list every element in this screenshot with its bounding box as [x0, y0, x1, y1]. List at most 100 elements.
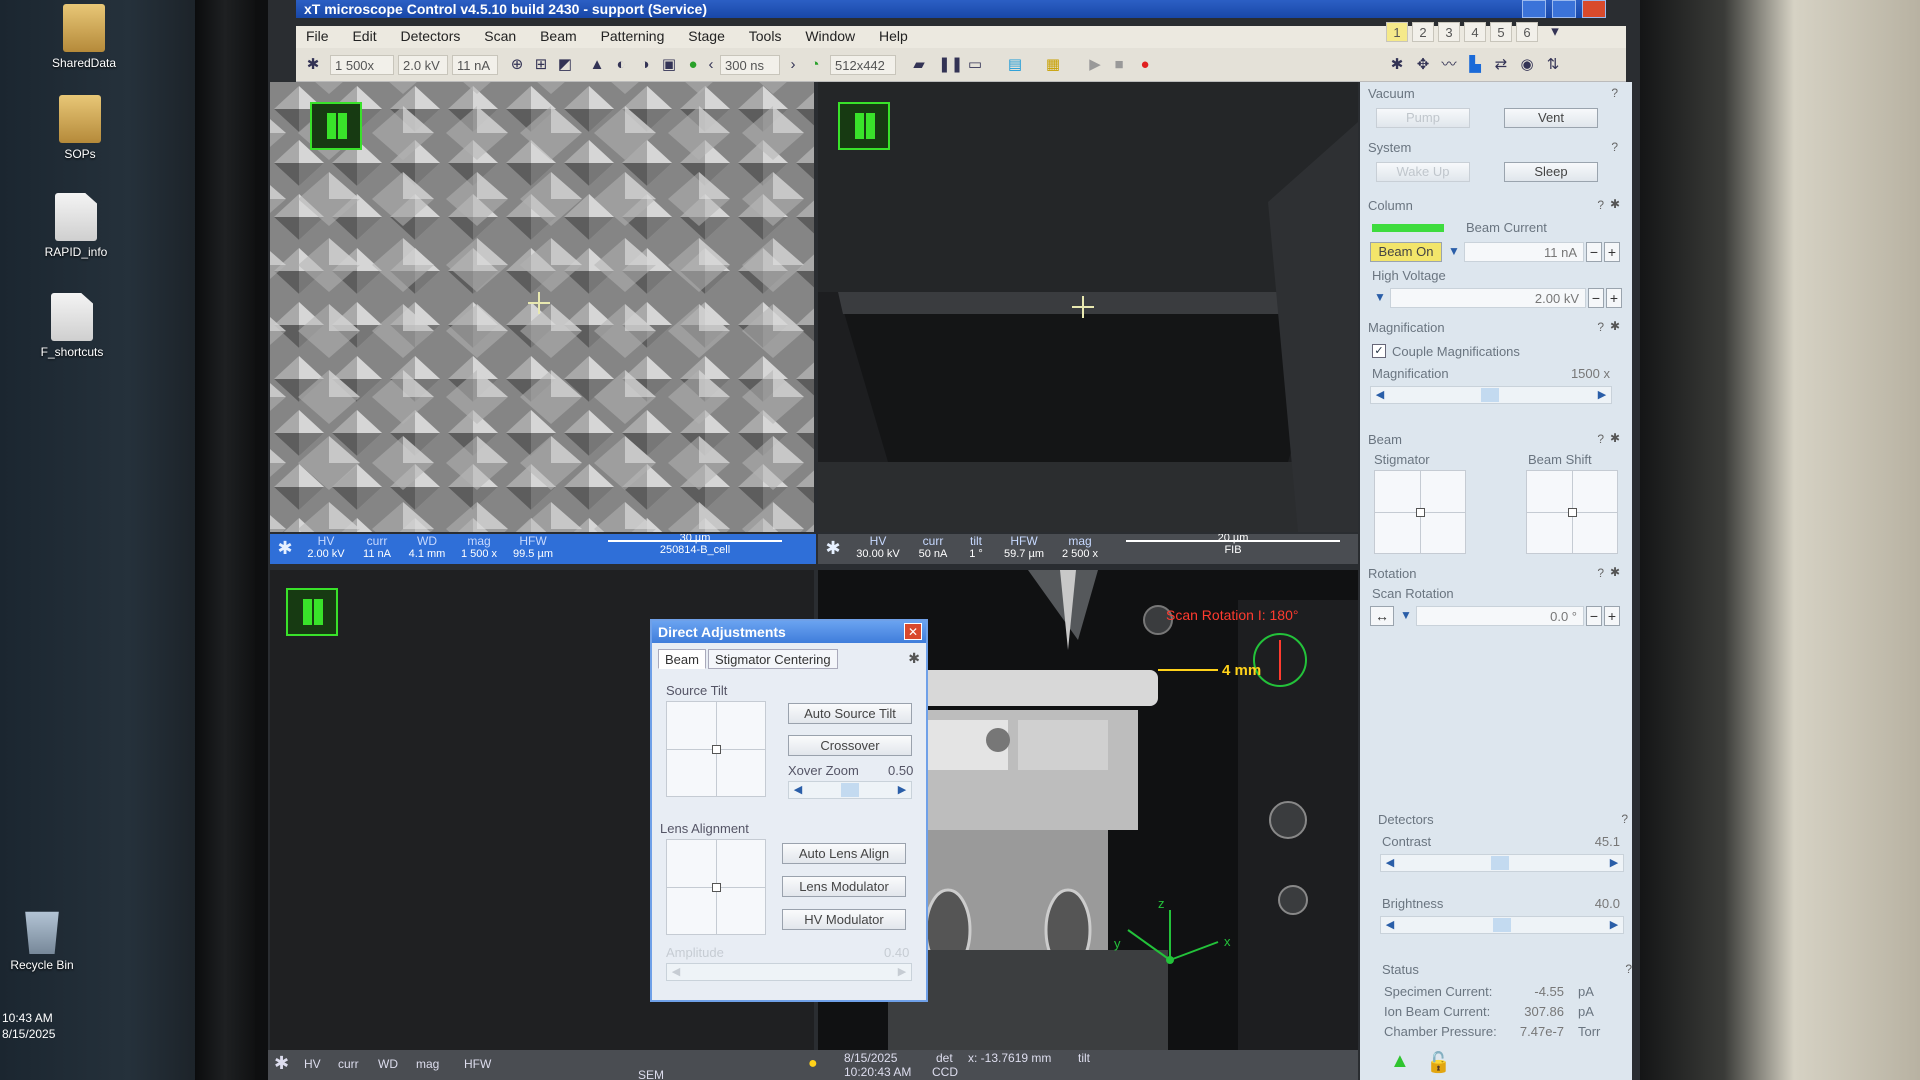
toolbar-current-field[interactable]: 11 nA [452, 55, 498, 75]
lens-alignment-pad[interactable] [666, 839, 766, 935]
fib-pause-button[interactable] [838, 102, 890, 150]
pump-button[interactable]: Pump [1376, 108, 1470, 128]
filter-icon[interactable]: ▤ [1004, 55, 1026, 75]
help-icon[interactable]: ? [1621, 812, 1628, 826]
layout-tab-6[interactable]: 6 [1516, 22, 1538, 42]
eye-icon[interactable]: ◉ [1516, 55, 1538, 75]
lock-icon[interactable]: 🔓 [1426, 1050, 1451, 1075]
chevron-right-icon[interactable]: ▶ [1607, 918, 1621, 931]
camera-icon[interactable]: ▰ [908, 55, 930, 75]
beam-current-minus[interactable]: − [1586, 242, 1602, 262]
menu-stage[interactable]: Stage [678, 26, 735, 46]
record-icon[interactable]: ● [1134, 55, 1156, 75]
chevron-left-icon[interactable]: ◀ [1373, 388, 1387, 401]
chevron-right-icon[interactable]: ▶ [1607, 856, 1621, 869]
stop-icon[interactable]: ■ [1108, 55, 1130, 75]
layout-tab-3[interactable]: 3 [1438, 22, 1460, 42]
dwell-decrease-icon[interactable]: ‹ [700, 55, 722, 75]
rotation-settings-icon[interactable]: ✱ [1610, 565, 1620, 579]
stigmator-knob[interactable] [1416, 508, 1425, 517]
stage-icon[interactable]: ▙ [1464, 55, 1486, 75]
toolbar-mag-field[interactable]: 1 500x [330, 55, 394, 75]
pause-icon[interactable]: ❚❚ [938, 55, 963, 75]
magnification-settings-icon[interactable]: ✱ [1610, 319, 1620, 333]
help-icon[interactable]: ? [1597, 432, 1604, 446]
alignment-icon[interactable]: ⇄ [1490, 55, 1512, 75]
menu-tools[interactable]: Tools [739, 26, 792, 46]
dialog-settings-icon[interactable]: ✱ [908, 650, 920, 667]
high-voltage-plus[interactable]: + [1606, 288, 1622, 308]
help-icon[interactable]: ? [1611, 140, 1618, 154]
source-tilt-knob[interactable] [712, 745, 721, 754]
desktop-icon-sops[interactable]: SOPs [20, 95, 140, 161]
xover-zoom-thumb[interactable] [841, 783, 859, 797]
column-settings-icon[interactable]: ✱ [1610, 197, 1620, 211]
chevron-left-icon[interactable]: ◀ [1383, 856, 1397, 869]
crosshair-target-icon[interactable]: ⊕ [506, 55, 528, 75]
navigation-icon[interactable]: ✥ [1412, 55, 1434, 75]
vent-button[interactable]: Vent [1504, 108, 1598, 128]
fib-image-quad[interactable] [818, 82, 1358, 532]
help-icon[interactable]: ? [1611, 86, 1618, 100]
waveform-icon[interactable]: 〰 [1438, 55, 1460, 75]
chevron-left-icon[interactable]: ◀ [1383, 918, 1397, 931]
tune-icon[interactable]: ⇅ [1542, 55, 1564, 75]
chevron-right-icon[interactable]: ▶ [1595, 388, 1609, 401]
toolbar-resolution-field[interactable]: 512x442 [830, 55, 896, 75]
minimize-button[interactable] [1522, 0, 1547, 18]
dialog-titlebar[interactable]: Direct Adjustments ✕ [652, 621, 926, 643]
menu-detectors[interactable]: Detectors [390, 26, 470, 46]
magnification-thumb[interactable] [1481, 388, 1499, 402]
beam-on-button[interactable]: Beam On [1370, 242, 1442, 262]
sem-image-quad[interactable] [270, 82, 814, 532]
brightness-slider[interactable]: ◀ ▶ [1380, 916, 1624, 934]
taskbar-clock[interactable]: 10:43 AM 8/15/2025 [0, 1010, 90, 1042]
dwell-increase-icon[interactable]: › [782, 55, 804, 75]
tab-stigmator-centering[interactable]: Stigmator Centering [708, 649, 838, 669]
menu-help[interactable]: Help [869, 26, 918, 46]
chevron-right-icon[interactable]: ▶ [895, 783, 909, 796]
contrast-thumb[interactable] [1491, 856, 1509, 870]
beam-shift-pad[interactable] [1526, 470, 1618, 554]
toolbar-hv-field[interactable]: 2.0 kV [398, 55, 448, 75]
quad3-pause-button[interactable] [286, 588, 338, 636]
couple-magnifications-checkbox[interactable]: ✓ [1372, 344, 1386, 358]
layout-tab-4[interactable]: 4 [1464, 22, 1486, 42]
gamma-icon[interactable]: ◑ [634, 55, 656, 75]
brightness-thumb[interactable] [1493, 918, 1511, 932]
scan-rotation-plus[interactable]: + [1604, 606, 1620, 626]
menu-beam[interactable]: Beam [530, 26, 587, 46]
magnification-slider[interactable]: ◀ ▶ [1370, 386, 1612, 404]
layout-tab-5[interactable]: 5 [1490, 22, 1512, 42]
wake-up-button[interactable]: Wake Up [1376, 162, 1470, 182]
beam-current-dropdown-icon[interactable]: ▼ [1448, 244, 1460, 258]
window-titlebar[interactable]: xT microscope Control v4.5.10 build 2430… [296, 0, 1606, 18]
auto-source-tilt-button[interactable]: Auto Source Tilt [788, 703, 912, 724]
rotation-dropdown-icon[interactable]: ▼ [1400, 608, 1412, 622]
source-tilt-pad[interactable] [666, 701, 766, 797]
desktop-icon-rapid-info[interactable]: RAPID_info [16, 193, 136, 259]
auto-lens-align-button[interactable]: Auto Lens Align [782, 843, 906, 864]
high-voltage-minus[interactable]: − [1588, 288, 1604, 308]
scan-rotation-field[interactable]: 0.0 ° [1416, 606, 1584, 626]
play-icon[interactable]: ▶ [1084, 55, 1106, 75]
layout-dropdown-icon[interactable]: ▾ [1544, 22, 1566, 42]
high-voltage-dropdown-icon[interactable]: ▼ [1374, 290, 1386, 304]
layout-tab-1[interactable]: 1 [1386, 22, 1408, 42]
menu-patterning[interactable]: Patterning [591, 26, 675, 46]
beam-shift-knob[interactable] [1568, 508, 1577, 517]
contrast-slider[interactable]: ◀ ▶ [1380, 854, 1624, 872]
lens-modulator-button[interactable]: Lens Modulator [782, 876, 906, 897]
menu-file[interactable]: File [296, 26, 339, 46]
maximize-button[interactable] [1552, 0, 1577, 18]
scan-speed-icon[interactable]: ◔ [804, 55, 826, 75]
lens-alignment-knob[interactable] [712, 883, 721, 892]
high-voltage-field[interactable]: 2.00 kV [1390, 288, 1586, 308]
desktop-icon-f-shortcuts[interactable]: F_shortcuts [12, 293, 132, 359]
center-icon[interactable]: ⊞ [530, 55, 552, 75]
crossover-button[interactable]: Crossover [788, 735, 912, 756]
zoom-icon[interactable]: ◩ [554, 55, 576, 75]
chevron-left-icon[interactable]: ◀ [791, 783, 805, 796]
hv-modulator-button[interactable]: HV Modulator [782, 909, 906, 930]
close-window-button[interactable] [1582, 0, 1606, 18]
